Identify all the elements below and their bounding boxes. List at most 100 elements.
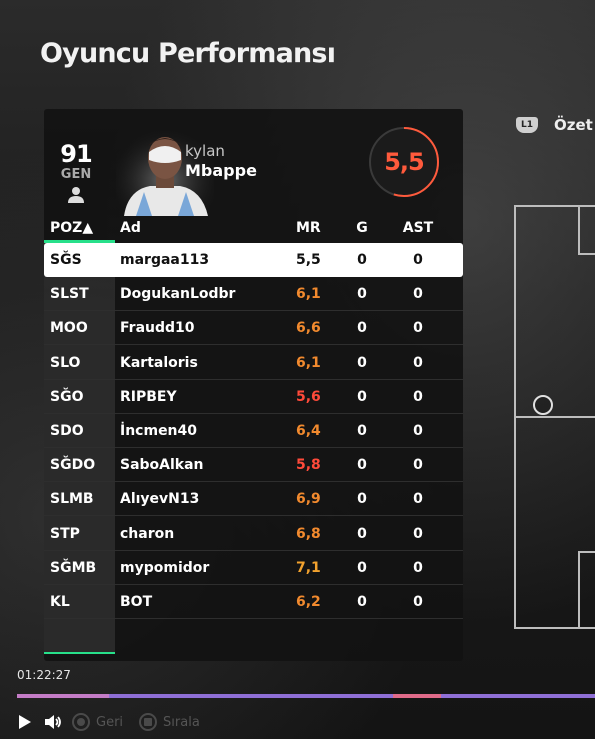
row-player-name: RIPBEY bbox=[120, 388, 177, 405]
row-position: SĞO bbox=[50, 388, 84, 405]
replay-event-marker bbox=[393, 694, 441, 698]
page-title: Oyuncu Performansı bbox=[40, 38, 336, 69]
row-assists: 0 bbox=[413, 525, 423, 542]
row-match-rating: 7,1 bbox=[296, 559, 321, 576]
row-position: SĞMB bbox=[50, 559, 97, 576]
row-goals: 0 bbox=[357, 525, 367, 542]
pitch-box-top bbox=[578, 205, 595, 255]
row-player-name: Fraudd10 bbox=[120, 320, 195, 337]
row-assists: 0 bbox=[413, 252, 423, 268]
row-assists: 0 bbox=[413, 320, 423, 337]
order-hint-label: Sırala bbox=[163, 714, 200, 730]
row-assists: 0 bbox=[413, 423, 423, 439]
row-match-rating: 6,1 bbox=[296, 354, 321, 371]
replay-controls: Geri Sırala bbox=[14, 710, 200, 734]
table-row[interactable]: SĞDO SaboAlkan 5,8 0 0 bbox=[44, 448, 463, 483]
row-match-rating: 6,6 bbox=[296, 320, 321, 337]
match-rating: 5,5 bbox=[384, 148, 425, 176]
pitch-box-bottom bbox=[578, 551, 595, 629]
table-row[interactable]: SĞMB mypomidor 7,1 0 0 bbox=[44, 551, 463, 585]
row-assists: 0 bbox=[413, 457, 423, 474]
player-last-name: Mbappe bbox=[185, 161, 257, 180]
row-match-rating: 5,8 bbox=[296, 457, 321, 474]
row-goals: 0 bbox=[357, 286, 367, 303]
row-match-rating: 6,2 bbox=[296, 594, 321, 610]
row-position: MOO bbox=[50, 320, 88, 337]
row-position: SLMB bbox=[50, 491, 94, 508]
square-button-icon bbox=[139, 713, 158, 731]
row-match-rating: 5,5 bbox=[296, 252, 321, 268]
table-row[interactable]: SLST DogukanLodbr 6,1 0 0 bbox=[44, 277, 463, 312]
row-player-name: charon bbox=[120, 525, 175, 542]
row-position: SLST bbox=[50, 286, 89, 303]
table-header: POZ▲ Ad MR G AST bbox=[44, 217, 463, 241]
l1-button-icon: L1 bbox=[516, 117, 538, 133]
summary-tab-label: Özet bbox=[554, 116, 593, 134]
row-player-name: DogukanLodbr bbox=[120, 286, 236, 303]
player-first-name: kylan bbox=[185, 142, 225, 160]
row-match-rating: 6,8 bbox=[296, 525, 321, 542]
header-g[interactable]: G bbox=[354, 220, 370, 236]
row-position: KL bbox=[50, 594, 70, 610]
row-goals: 0 bbox=[357, 491, 367, 508]
back-hint[interactable]: Geri bbox=[72, 713, 123, 731]
row-position: SĞDO bbox=[50, 457, 96, 474]
row-goals: 0 bbox=[357, 252, 367, 268]
row-assists: 0 bbox=[413, 354, 423, 371]
table-row[interactable]: SĞS margaa113 5,5 0 0 bbox=[44, 243, 463, 277]
summary-tab[interactable]: L1 Özet bbox=[516, 116, 593, 134]
replay-progress-played bbox=[17, 694, 110, 698]
row-goals: 0 bbox=[357, 457, 367, 474]
replay-timestamp: 01:22:27 bbox=[17, 668, 71, 682]
overall-value: 91 bbox=[60, 140, 92, 168]
overall-label: GEN bbox=[60, 167, 92, 182]
table-row[interactable]: MOO Fraudd10 6,6 0 0 bbox=[44, 311, 463, 346]
row-goals: 0 bbox=[357, 320, 367, 337]
table-row[interactable]: SDO İncmen40 6,4 0 0 bbox=[44, 414, 463, 448]
row-match-rating: 6,1 bbox=[296, 286, 321, 303]
row-assists: 0 bbox=[413, 286, 423, 303]
row-match-rating: 6,4 bbox=[296, 423, 321, 439]
table-row[interactable]: STP charon 6,8 0 0 bbox=[44, 517, 463, 551]
row-player-name: BOT bbox=[120, 594, 153, 610]
order-hint[interactable]: Sırala bbox=[139, 713, 200, 731]
person-icon bbox=[68, 187, 84, 203]
header-name[interactable]: Ad bbox=[120, 220, 141, 236]
header-pos[interactable]: POZ▲ bbox=[50, 220, 93, 236]
table-row[interactable]: SLO Kartaloris 6,1 0 0 bbox=[44, 346, 463, 380]
table-row[interactable]: KL BOT 6,2 0 0 bbox=[44, 585, 463, 619]
row-player-name: İncmen40 bbox=[120, 423, 198, 439]
row-goals: 0 bbox=[357, 559, 367, 576]
position-column-underline bbox=[44, 652, 115, 654]
replay-progress-bar[interactable] bbox=[17, 694, 595, 698]
row-player-name: mypomidor bbox=[120, 559, 210, 576]
row-assists: 0 bbox=[413, 491, 423, 508]
volume-button[interactable] bbox=[42, 711, 64, 733]
circle-button-icon bbox=[72, 713, 90, 731]
row-player-name: AlıyevN13 bbox=[120, 491, 200, 508]
row-player-name: margaa113 bbox=[120, 252, 210, 268]
play-button[interactable] bbox=[14, 711, 36, 733]
row-goals: 0 bbox=[357, 388, 367, 405]
row-goals: 0 bbox=[357, 423, 367, 439]
table-row[interactable]: SĞO RIPBEY 5,6 0 0 bbox=[44, 380, 463, 414]
player-overall: 91 GEN bbox=[58, 140, 94, 181]
row-match-rating: 5,6 bbox=[296, 388, 321, 405]
back-hint-label: Geri bbox=[96, 714, 124, 730]
row-match-rating: 6,9 bbox=[296, 491, 321, 508]
table-row[interactable]: SLMB AlıyevN13 6,9 0 0 bbox=[44, 482, 463, 517]
row-assists: 0 bbox=[413, 388, 423, 405]
pitch-halfway-line bbox=[514, 416, 595, 418]
header-ast[interactable]: AST bbox=[402, 220, 434, 236]
row-position: SĞS bbox=[50, 252, 82, 268]
row-position: STP bbox=[50, 525, 80, 542]
row-goals: 0 bbox=[357, 594, 367, 610]
row-assists: 0 bbox=[413, 559, 423, 576]
player-position-marker bbox=[533, 395, 553, 415]
row-goals: 0 bbox=[357, 354, 367, 371]
row-position: SLO bbox=[50, 354, 81, 371]
volume-icon bbox=[45, 715, 61, 729]
row-player-name: Kartaloris bbox=[120, 354, 198, 371]
row-player-name: SaboAlkan bbox=[120, 457, 204, 474]
header-mr[interactable]: MR bbox=[296, 220, 321, 236]
